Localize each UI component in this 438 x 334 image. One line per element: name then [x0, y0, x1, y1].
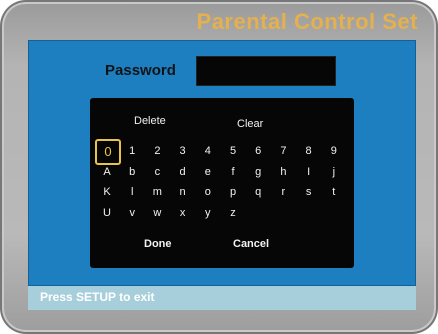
screen-title: Parental Control Set: [196, 9, 418, 34]
key-w[interactable]: w: [148, 205, 166, 221]
key-6[interactable]: 6: [249, 143, 267, 159]
cancel-button[interactable]: Cancel: [233, 238, 269, 250]
clear-button[interactable]: Clear: [237, 118, 263, 130]
exit-hint: Press SETUP to exit: [40, 290, 155, 304]
key-9[interactable]: 9: [325, 143, 343, 159]
key-k[interactable]: K: [98, 184, 116, 200]
key-d[interactable]: d: [174, 164, 192, 180]
done-button[interactable]: Done: [144, 238, 172, 250]
key-4[interactable]: 4: [199, 143, 217, 159]
key-o[interactable]: o: [199, 184, 217, 200]
key-u[interactable]: U: [98, 205, 116, 221]
key-z[interactable]: z: [224, 205, 242, 221]
key-a[interactable]: A: [98, 164, 116, 180]
key-5[interactable]: 5: [224, 143, 242, 159]
tv-frame: Parental Control Set Password Delete Cle…: [0, 0, 438, 334]
key-y[interactable]: y: [199, 205, 217, 221]
key-0[interactable]: 0: [95, 139, 121, 165]
key-7[interactable]: 7: [274, 143, 292, 159]
key-r[interactable]: r: [274, 184, 292, 200]
key-e[interactable]: e: [199, 164, 217, 180]
on-screen-keyboard: Delete Clear 0123456789 AbcdefghIj Klmnopq…: [90, 98, 354, 268]
password-field[interactable]: [196, 56, 336, 86]
key-h[interactable]: h: [274, 164, 292, 180]
key-8[interactable]: 8: [300, 143, 318, 159]
delete-button[interactable]: Delete: [134, 115, 166, 127]
key-b[interactable]: b: [123, 164, 141, 180]
key-1[interactable]: 1: [123, 143, 141, 159]
key-2[interactable]: 2: [148, 143, 166, 159]
key-j[interactable]: j: [325, 164, 343, 180]
key-g[interactable]: g: [249, 164, 267, 180]
key-x[interactable]: x: [174, 205, 192, 221]
key-3[interactable]: 3: [174, 143, 192, 159]
key-f[interactable]: f: [224, 164, 242, 180]
key-q[interactable]: q: [249, 184, 267, 200]
key-i[interactable]: I: [300, 164, 318, 180]
key-l[interactable]: l: [123, 184, 141, 200]
status-bar: Press SETUP to exit: [28, 286, 416, 310]
key-c[interactable]: c: [148, 164, 166, 180]
key-m[interactable]: m: [148, 184, 166, 200]
key-t[interactable]: t: [325, 184, 343, 200]
key-n[interactable]: n: [174, 184, 192, 200]
key-v[interactable]: v: [123, 205, 141, 221]
key-s[interactable]: s: [300, 184, 318, 200]
key-p[interactable]: p: [224, 184, 242, 200]
password-label: Password: [105, 62, 176, 79]
